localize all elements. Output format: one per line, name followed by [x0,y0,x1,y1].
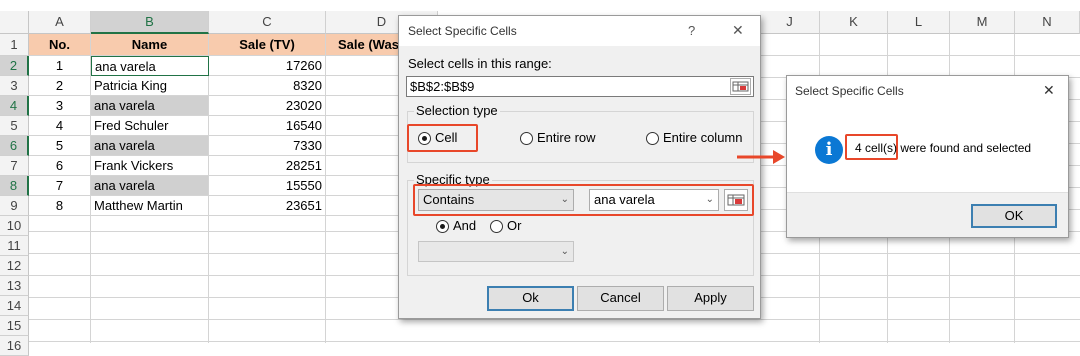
grid-vline [90,216,91,343]
cell-sale[interactable]: 28251 [209,156,326,176]
info-icon-glyph: i [825,139,833,160]
row-header-6[interactable]: 6 [0,136,29,156]
cell-no[interactable]: 4 [29,116,91,136]
cell-no[interactable]: 8 [29,196,91,216]
cell-no[interactable]: 1 [29,56,91,76]
row-header-7[interactable]: 7 [0,156,29,176]
row-header-12[interactable]: 12 [0,256,29,276]
cell-sale[interactable]: 23020 [209,96,326,116]
result-dialog: Select Specific Cells ✕ i 4 cell(s) were… [786,75,1069,238]
row-header-3[interactable]: 3 [0,76,29,96]
column-header-m[interactable]: M [950,11,1015,34]
header-name[interactable]: Name [91,34,209,56]
column-header-b[interactable]: B [91,11,209,34]
result-message: 4 cell(s) were found and selected [855,141,1031,155]
row-header-14[interactable]: 14 [0,296,29,316]
cell-sale[interactable]: 17260 [209,56,326,76]
cell-sale[interactable]: 16540 [209,116,326,136]
highlight-box-specific-type [413,184,754,216]
row-header-16[interactable]: 16 [0,336,29,356]
range-input[interactable]: $B$2:$B$9 [406,76,754,97]
cell-name[interactable]: ana varela [91,176,209,196]
column-header-j[interactable]: J [760,11,820,34]
grid-vline [325,216,326,343]
row-header-10[interactable]: 10 [0,216,29,236]
close-icon[interactable]: ✕ [1043,82,1055,99]
cell-no[interactable]: 3 [29,96,91,116]
cell-no[interactable]: 2 [29,76,91,96]
column-header-l[interactable]: L [888,11,950,34]
column-header-c[interactable]: C [209,11,326,34]
cell-name[interactable]: ana varela [91,56,209,76]
header-sale-tv[interactable]: Sale (TV) [209,34,326,56]
highlight-box-cell [407,124,478,152]
cell-no[interactable]: 6 [29,156,91,176]
cell-name[interactable]: Matthew Martin [91,196,209,216]
cell-sale[interactable]: 23651 [209,196,326,216]
row-header-1[interactable]: 1 [0,34,29,56]
cell-name[interactable]: Patricia King [91,76,209,96]
row-header-11[interactable]: 11 [0,236,29,256]
second-condition-dropdown[interactable]: ⌄ [418,241,574,262]
radio-entire-column-label[interactable]: Entire column [663,130,742,145]
radio-and[interactable] [436,220,449,233]
select-all-corner[interactable] [0,11,29,34]
row-header-15[interactable]: 15 [0,316,29,336]
radio-or-label[interactable]: Or [507,218,521,233]
cell-name[interactable]: ana varela [91,136,209,156]
selection-type-label: Selection type [414,103,500,118]
column-header-n[interactable]: N [1015,11,1080,34]
red-arrow-icon [737,150,785,164]
row-header-8[interactable]: 8 [0,176,29,196]
result-title-bar[interactable]: Select Specific Cells ✕ [787,76,1068,106]
header-no[interactable]: No. [29,34,91,56]
close-icon[interactable]: ✕ [732,22,744,39]
column-header-k[interactable]: K [820,11,888,34]
column-header-a[interactable]: A [29,11,91,34]
result-message-rest: were found and selected [897,141,1032,155]
cancel-button[interactable]: Cancel [577,286,664,311]
cell-name[interactable]: ana varela [91,96,209,116]
radio-or[interactable] [490,220,503,233]
dialog-title: Select Specific Cells [408,24,517,38]
result-count: 4 cell(s) [855,141,898,155]
radio-and-label[interactable]: And [453,218,476,233]
range-picker-button[interactable] [730,78,751,95]
cell-no[interactable]: 5 [29,136,91,156]
result-ok-button[interactable]: OK [971,204,1057,228]
dialog-title-bar[interactable]: Select Specific Cells ? ✕ [399,16,760,46]
help-icon[interactable]: ? [688,23,695,38]
row-header-13[interactable]: 13 [0,276,29,296]
radio-entire-column[interactable] [646,132,659,145]
radio-entire-row[interactable] [520,132,533,145]
row-header-4[interactable]: 4 [0,96,29,116]
result-title: Select Specific Cells [795,84,904,98]
cell-sale[interactable]: 15550 [209,176,326,196]
chevron-down-icon: ⌄ [560,246,569,257]
cell-no[interactable]: 7 [29,176,91,196]
ok-button[interactable]: Ok [487,286,574,311]
select-specific-cells-dialog: Select Specific Cells ? ✕ Select cells i… [398,15,761,319]
info-icon: i [815,136,843,164]
cell-sale[interactable]: 7330 [209,136,326,156]
range-label: Select cells in this range: [408,56,552,71]
row-header-9[interactable]: 9 [0,196,29,216]
cell-name[interactable]: Fred Schuler [91,116,209,136]
apply-button[interactable]: Apply [667,286,754,311]
cell-name[interactable]: Frank Vickers [91,156,209,176]
row-header-5[interactable]: 5 [0,116,29,136]
cell-sale[interactable]: 8320 [209,76,326,96]
range-select-icon [732,81,749,92]
radio-entire-row-label[interactable]: Entire row [537,130,596,145]
row-header-2[interactable]: 2 [0,56,29,76]
grid-vline [208,216,209,343]
